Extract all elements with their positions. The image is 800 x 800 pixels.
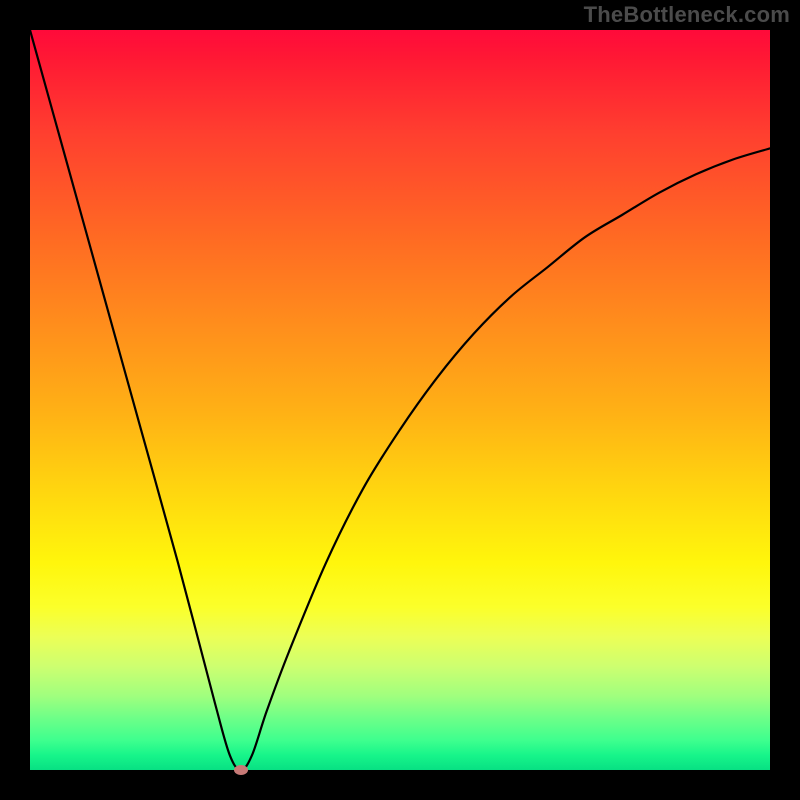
curve-svg xyxy=(30,30,770,770)
min-point-marker xyxy=(234,765,248,775)
watermark-text: TheBottleneck.com xyxy=(584,2,790,28)
plot-area xyxy=(30,30,770,770)
chart-frame: TheBottleneck.com xyxy=(0,0,800,800)
bottleneck-curve xyxy=(30,30,770,770)
